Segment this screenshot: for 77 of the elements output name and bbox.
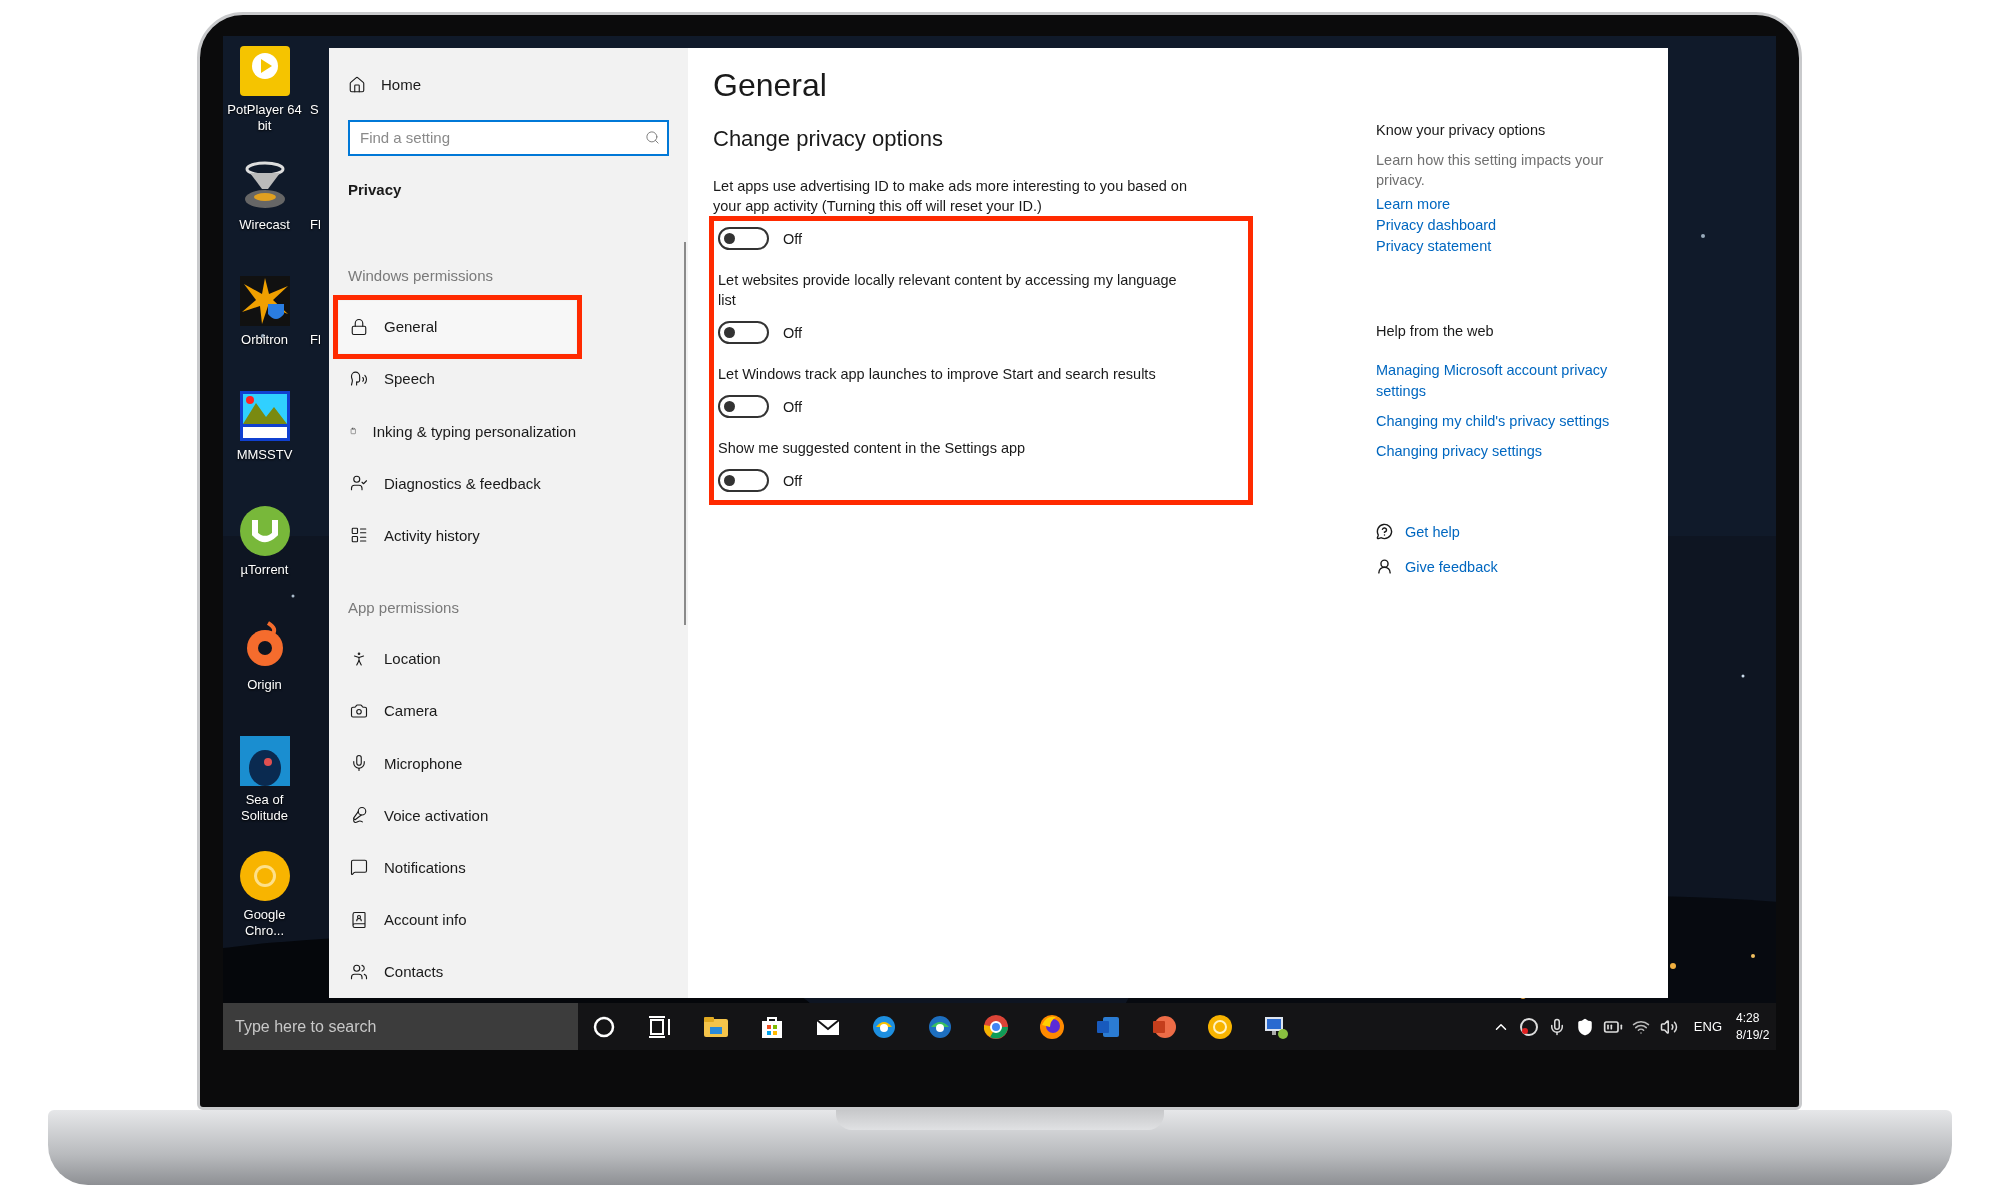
question-bubble-icon (1376, 523, 1393, 540)
sidebar-item[interactable]: Camera (339, 684, 576, 737)
desktop-icon-label: PotPlayer 64 bit (226, 102, 303, 134)
link[interactable]: Learn more (1376, 194, 1451, 215)
sidebar-item[interactable]: Microphone (339, 736, 576, 790)
option-description: Let Windows track app launches to improve Start and search results (718, 365, 1157, 384)
landscape-icon[interactable] (237, 389, 292, 443)
aside-heading: Know your privacy options (1376, 121, 1547, 140)
search-icon (645, 129, 660, 145)
aside-heading: Help from the web (1376, 322, 1495, 341)
sidebar-item[interactable]: Voice activation (339, 789, 576, 842)
lock-icon (350, 317, 368, 336)
page-title: General (713, 66, 828, 105)
sidebar-item[interactable]: Activity history (339, 509, 576, 562)
option-description: Show me suggested content in the Settings app (718, 439, 1027, 458)
desktop-icon-label: Origin (246, 677, 283, 693)
link[interactable]: Changing privacy settings (1376, 441, 1543, 462)
desktop-icon-label: Fl (309, 332, 322, 349)
taskbar-search-field[interactable]: Type here to search (223, 1003, 578, 1050)
toggle-switch[interactable] (718, 321, 769, 344)
speech-bubble-icon (350, 858, 368, 877)
contact-card-icon (350, 910, 368, 929)
section-title: Privacy (348, 179, 403, 200)
person-icon (1376, 558, 1393, 575)
toggle-state: Off (783, 472, 803, 489)
desktop-icon-label: Sea of Solitude (240, 792, 289, 824)
sidebar-item[interactable]: Speech (339, 352, 576, 405)
clock-time[interactable]: 4:28 (1736, 1009, 1776, 1027)
microphone-icon (350, 806, 368, 825)
desktop-icon-label: Wirecast (238, 217, 291, 233)
sidebar-item[interactable]: Notifications (339, 841, 576, 894)
toggle-state: Off (783, 230, 803, 247)
section-heading: Change privacy options (713, 125, 944, 153)
microphone-icon (350, 754, 368, 773)
timeline-icon (350, 526, 368, 545)
toggle-switch[interactable] (718, 227, 769, 250)
home-link[interactable]: Home (348, 70, 421, 100)
sidebar-item[interactable]: Contacts (339, 945, 576, 998)
desktop-icon-label: Fl (309, 217, 322, 234)
sidebar-item[interactable]: Location (339, 632, 576, 685)
sidebar-item[interactable]: Inking & typing personalization (339, 404, 576, 458)
link[interactable]: Privacy dashboard (1376, 215, 1497, 236)
person-check-icon (350, 474, 368, 493)
search-field[interactable]: Find a setting (348, 119, 669, 156)
starburst-icon[interactable] (237, 274, 292, 328)
home-icon (348, 75, 366, 94)
speaking-person-icon (350, 369, 368, 388)
toggle-switch[interactable] (718, 395, 769, 418)
help-link[interactable]: Get help (1376, 514, 1460, 549)
link[interactable]: Changing my child's privacy settings (1376, 411, 1610, 432)
ring-icon[interactable] (237, 849, 292, 903)
sidebar-item[interactable]: Account info (339, 893, 576, 946)
camera-icon (350, 701, 368, 720)
people-icon (350, 962, 368, 981)
desktop-icon-label: S (309, 102, 320, 119)
clock-date[interactable]: 8/19/2 (1736, 1026, 1776, 1044)
language-indicator[interactable]: ENG (1693, 1019, 1722, 1034)
aside-text: Learn how this setting impacts your privacy. (1376, 151, 1605, 190)
desktop-icon-label: MMSSTV (235, 447, 294, 463)
option-description: Let apps use advertising ID to make ads more interesting to you based on your app activity (Turning this off will reset your ID.) (713, 177, 1188, 216)
link[interactable]: Privacy statement (1376, 236, 1492, 257)
group-heading: Windows permissions (348, 265, 495, 286)
help-link[interactable]: Give feedback (1376, 549, 1498, 584)
toggle-switch[interactable] (718, 469, 769, 492)
play-button-icon[interactable] (237, 44, 292, 98)
link[interactable]: Managing Microsoft account privacy settings (1376, 360, 1644, 402)
horseshoe-icon[interactable] (237, 504, 292, 558)
desktop-icon-label: Orbitron (240, 332, 289, 348)
group-heading: App permissions (348, 597, 460, 618)
toggle-state: Off (783, 398, 803, 415)
scrollbar[interactable] (684, 242, 686, 625)
desktop-icon-label: µTorrent (239, 562, 290, 578)
desktop-icon-label: Google Chro... (242, 907, 287, 939)
creature-icon[interactable] (237, 734, 292, 788)
sidebar-item[interactable]: Diagnostics & feedback (339, 457, 576, 510)
toggle-state: Off (783, 324, 803, 341)
option-description: Let websites provide locally relevant content by accessing my language list (718, 271, 1178, 310)
